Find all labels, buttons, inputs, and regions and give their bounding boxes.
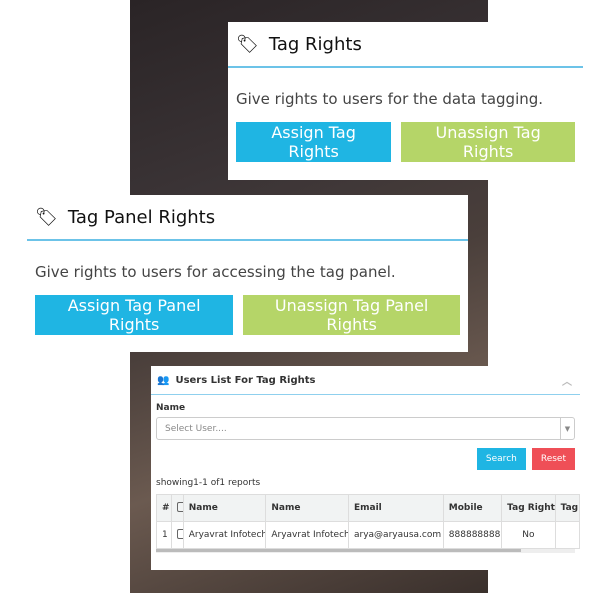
users-list-card: 👥 Users List For Tag Rights ︿ Name Select … <box>151 366 581 570</box>
caret-down-icon: ▼ <box>560 418 574 439</box>
col-mobile: Mobile <box>442 494 503 522</box>
row-tag-panel <box>554 521 581 549</box>
row-mobile: 8888888888 <box>442 521 503 549</box>
users-table: # Name Name Email Mobile Tag Rights Tag … <box>156 494 581 549</box>
assign-tag-panel-rights-button[interactable]: Assign Tag Panel Rights <box>35 295 234 335</box>
col-tag-rights: Tag Rights <box>501 494 556 522</box>
card-description: Give rights to users for the data taggin… <box>236 90 544 108</box>
col-num: # <box>156 494 172 522</box>
tag-panel-rights-card: 🏷 Tag Panel Rights Give rights to users f… <box>27 195 468 352</box>
row-num: 1 <box>156 521 172 549</box>
col-email: Email <box>348 494 444 522</box>
col-name: Name <box>182 494 267 522</box>
card-description: Give rights to users for accessing the t… <box>35 263 396 281</box>
row-name-2: Aryavrat Infotech <box>265 521 349 549</box>
collapse-chevron-icon[interactable]: ︿ <box>562 373 572 388</box>
tags-icon: 🏷 <box>236 33 259 55</box>
unassign-tag-panel-rights-button[interactable]: Unassign Tag Panel Rights <box>243 295 460 335</box>
showing-count: showing1-1 of1 reports <box>156 478 261 488</box>
select-user-dropdown[interactable]: Select User.... ▼ <box>156 417 575 440</box>
card-title: Tag Rights <box>268 33 362 55</box>
table-header-row: # Name Name Email Mobile Tag Rights Tag … <box>156 494 581 522</box>
row-tag-rights: No <box>501 521 556 549</box>
users-icon: 👥 <box>157 374 170 386</box>
horizontal-scrollbar[interactable] <box>156 549 575 553</box>
col-name-2: Name <box>265 494 349 522</box>
tag-rights-card: 🏷 Tag Rights Give rights to users for the… <box>228 22 583 180</box>
reset-button[interactable]: Reset <box>531 448 575 470</box>
name-label: Name <box>156 403 186 413</box>
select-placeholder: Select User.... <box>165 423 227 434</box>
row-checkbox[interactable] <box>170 521 184 549</box>
search-button[interactable]: Search <box>476 448 526 470</box>
card-title: Users List For Tag Rights <box>175 374 316 386</box>
assign-tag-rights-button[interactable]: Assign Tag Rights <box>236 122 392 162</box>
unassign-tag-rights-button[interactable]: Unassign Tag Rights <box>401 122 575 162</box>
row-email: arya@aryausa.com <box>348 521 444 549</box>
table-row: 1 Aryavrat Infotech Aryavrat Infotech ar… <box>156 521 581 549</box>
card-title: Tag Panel Rights <box>67 206 216 228</box>
col-tag-panel-rights: Tag Panel Rights <box>554 494 581 522</box>
tags-icon: 🏷 <box>35 206 58 228</box>
row-name: Aryavrat Infotech <box>182 521 267 549</box>
select-all-checkbox[interactable] <box>170 494 184 522</box>
